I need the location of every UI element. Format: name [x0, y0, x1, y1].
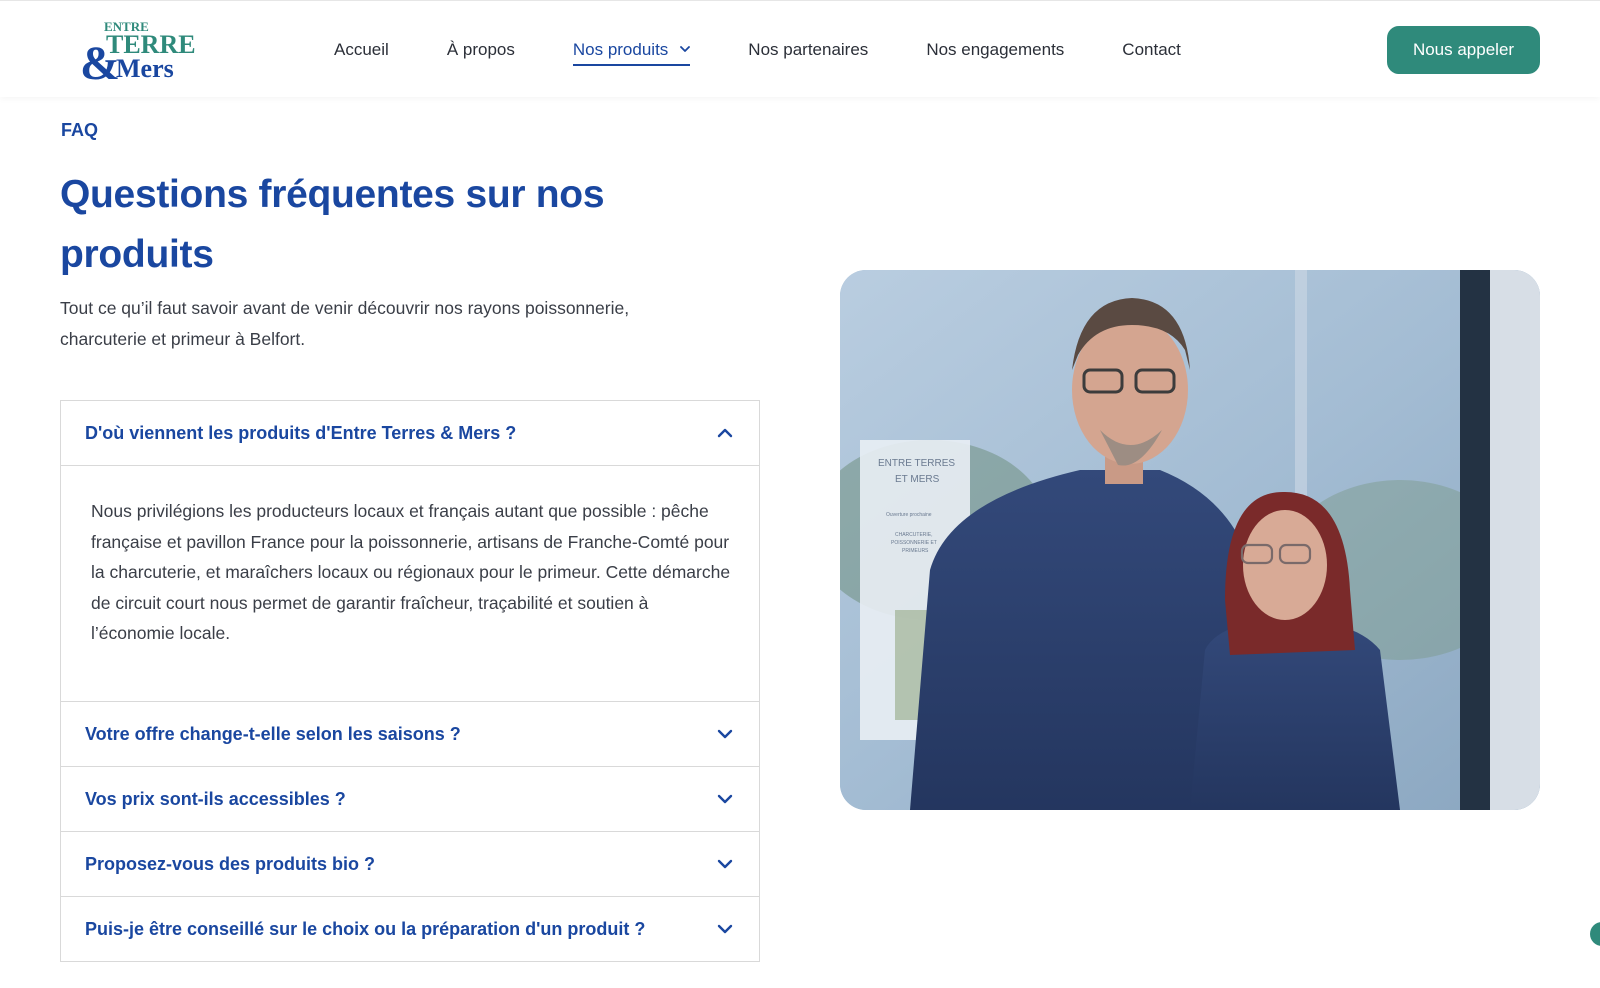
chevron-down-icon	[680, 46, 691, 53]
faq-question-toggle[interactable]: D'où viennent les produits d'Entre Terre…	[61, 401, 759, 465]
faq-item: Puis-je être conseillé sur le choix ou l…	[61, 897, 759, 961]
chevron-up-icon	[715, 423, 735, 443]
floating-chat-button[interactable]	[1590, 922, 1600, 946]
nav-item-contact[interactable]: Contact	[1122, 1, 1181, 98]
poster-line2: ET MERS	[895, 474, 940, 485]
faq-item: Proposez-vous des produits bio ?	[61, 832, 759, 897]
faq-accordion: D'où viennent les produits d'Entre Terre…	[60, 400, 760, 962]
faq-question-toggle[interactable]: Vos prix sont-ils accessibles ?	[61, 767, 759, 831]
nav-item-label: Nos produits	[572, 39, 669, 59]
faq-question-toggle[interactable]: Puis-je être conseillé sur le choix ou l…	[61, 897, 759, 961]
faq-question: Votre offre change-t-elle selon les sais…	[85, 723, 461, 744]
nav-item-accueil[interactable]: Accueil	[334, 1, 389, 98]
poster-line4: CHARCUTERIE,	[895, 532, 933, 538]
section-eyebrow: FAQ	[61, 120, 99, 140]
site-header: ENTRE & TERRES Mers Accueil À propos Nos…	[0, 0, 1600, 97]
nav-item-nos-engagements[interactable]: Nos engagements	[926, 1, 1064, 98]
logo-line3: Mers	[116, 54, 174, 81]
owners-photo-illustration: ENTRE TERRES ET MERS Ouverture prochaine…	[840, 270, 1540, 810]
faq-question: Puis-je être conseillé sur le choix ou l…	[85, 918, 646, 939]
faq-question-toggle[interactable]: Proposez-vous des produits bio ?	[61, 832, 759, 896]
chevron-down-icon	[715, 854, 735, 874]
nav-item-nos-produits[interactable]: Nos produits	[572, 1, 691, 98]
faq-item: Vos prix sont-ils accessibles ?	[61, 767, 759, 832]
chevron-down-icon	[715, 919, 735, 939]
site-logo[interactable]: ENTRE & TERRES Mers	[80, 17, 196, 81]
poster-line3: Ouverture prochaine	[886, 512, 932, 518]
faq-question-toggle[interactable]: Votre offre change-t-elle selon les sais…	[61, 702, 759, 766]
faq-item: Votre offre change-t-elle selon les sais…	[61, 702, 759, 767]
nav-item-a-propos[interactable]: À propos	[447, 1, 515, 98]
faq-item: D'où viennent les produits d'Entre Terre…	[61, 401, 759, 702]
poster-line6: PRIMEURS	[902, 548, 929, 554]
chevron-down-icon	[715, 724, 735, 744]
faq-question: D'où viennent les produits d'Entre Terre…	[85, 422, 517, 443]
faq-question: Proposez-vous des produits bio ?	[85, 853, 376, 874]
main-nav: Accueil À propos Nos produits Nos parten…	[334, 1, 1239, 98]
owners-photo: ENTRE TERRES ET MERS Ouverture prochaine…	[840, 270, 1540, 810]
poster-line5: POISSONNERIE ET	[891, 540, 937, 546]
poster-line1: ENTRE TERRES	[878, 458, 955, 469]
page-intro: Tout ce qu’il faut savoir avant de venir…	[60, 298, 630, 349]
page-title: Questions fréquentes sur nos produits	[60, 173, 605, 276]
logo-graphic: ENTRE & TERRES Mers	[80, 19, 196, 81]
faq-answer: Nous privilégions les producteurs locaux…	[61, 465, 759, 701]
faq-question: Vos prix sont-ils accessibles ?	[85, 788, 346, 809]
chevron-down-icon	[715, 789, 735, 809]
nav-item-nos-partenaires[interactable]: Nos partenaires	[748, 1, 868, 98]
call-button[interactable]: Nous appeler	[1387, 26, 1540, 74]
